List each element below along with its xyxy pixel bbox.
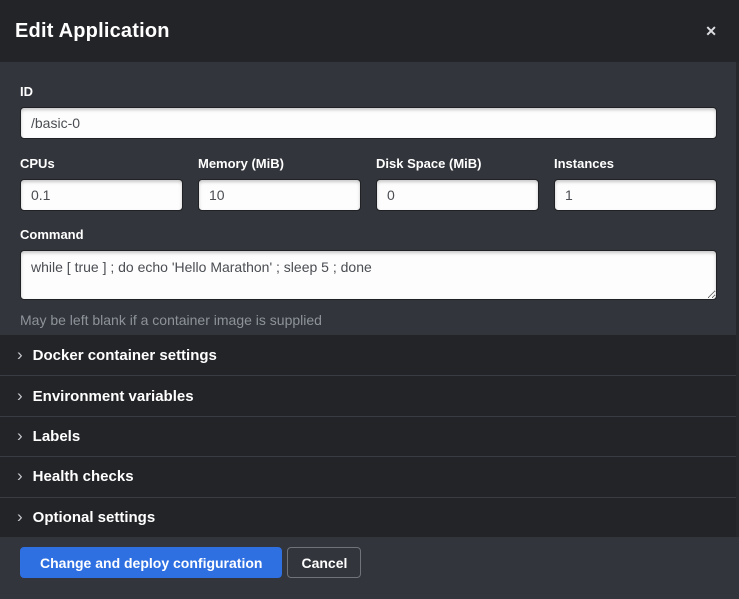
id-input[interactable] [20, 107, 717, 139]
cpus-input[interactable] [20, 179, 183, 211]
memory-field-group: Memory (MiB) [198, 156, 361, 211]
accordion-health-checks[interactable]: › Health checks [0, 456, 739, 496]
settings-accordion: › Docker container settings › Environmen… [0, 335, 739, 537]
memory-input[interactable] [198, 179, 361, 211]
close-button[interactable]: ✕ [699, 20, 723, 42]
edit-application-modal: Edit Application ✕ ID CPUs Memory (MiB) … [0, 0, 739, 599]
chevron-right-icon: › [17, 427, 23, 444]
accordion-docker-container-settings[interactable]: › Docker container settings [0, 335, 739, 375]
id-field-group: ID [20, 84, 717, 139]
instances-input[interactable] [554, 179, 717, 211]
memory-label: Memory (MiB) [198, 156, 361, 171]
close-icon: ✕ [705, 23, 717, 39]
command-field-group: Command while [ true ] ; do echo 'Hello … [20, 227, 717, 329]
accordion-label: Optional settings [33, 509, 156, 526]
accordion-label: Environment variables [33, 388, 194, 405]
command-label: Command [20, 227, 717, 242]
instances-label: Instances [554, 156, 717, 171]
change-and-deploy-button[interactable]: Change and deploy configuration [20, 547, 282, 578]
chevron-right-icon: › [17, 387, 23, 404]
id-label: ID [20, 84, 717, 99]
modal-header: Edit Application ✕ [0, 0, 739, 62]
accordion-optional-settings[interactable]: › Optional settings [0, 497, 739, 537]
resources-row: CPUs Memory (MiB) Disk Space (MiB) Insta… [20, 156, 717, 211]
command-help-text: May be left blank if a container image i… [20, 311, 717, 329]
disk-field-group: Disk Space (MiB) [376, 156, 539, 211]
disk-space-label: Disk Space (MiB) [376, 156, 539, 171]
chevron-right-icon: › [17, 508, 23, 525]
chevron-right-icon: › [17, 467, 23, 484]
command-textarea[interactable]: while [ true ] ; do echo 'Hello Marathon… [20, 250, 717, 300]
page-title: Edit Application [15, 20, 170, 43]
accordion-label: Docker container settings [33, 347, 217, 364]
accordion-labels[interactable]: › Labels [0, 416, 739, 456]
disk-space-input[interactable] [376, 179, 539, 211]
cancel-button[interactable]: Cancel [287, 547, 361, 578]
accordion-environment-variables[interactable]: › Environment variables [0, 375, 739, 415]
instances-field-group: Instances [554, 156, 717, 211]
accordion-label: Labels [33, 428, 81, 445]
chevron-right-icon: › [17, 346, 23, 363]
application-form: ID CPUs Memory (MiB) Disk Space (MiB) In… [0, 62, 739, 335]
cpus-label: CPUs [20, 156, 183, 171]
modal-footer: Change and deploy configuration Cancel [0, 537, 739, 599]
accordion-label: Health checks [33, 468, 134, 485]
cpus-field-group: CPUs [20, 156, 183, 211]
